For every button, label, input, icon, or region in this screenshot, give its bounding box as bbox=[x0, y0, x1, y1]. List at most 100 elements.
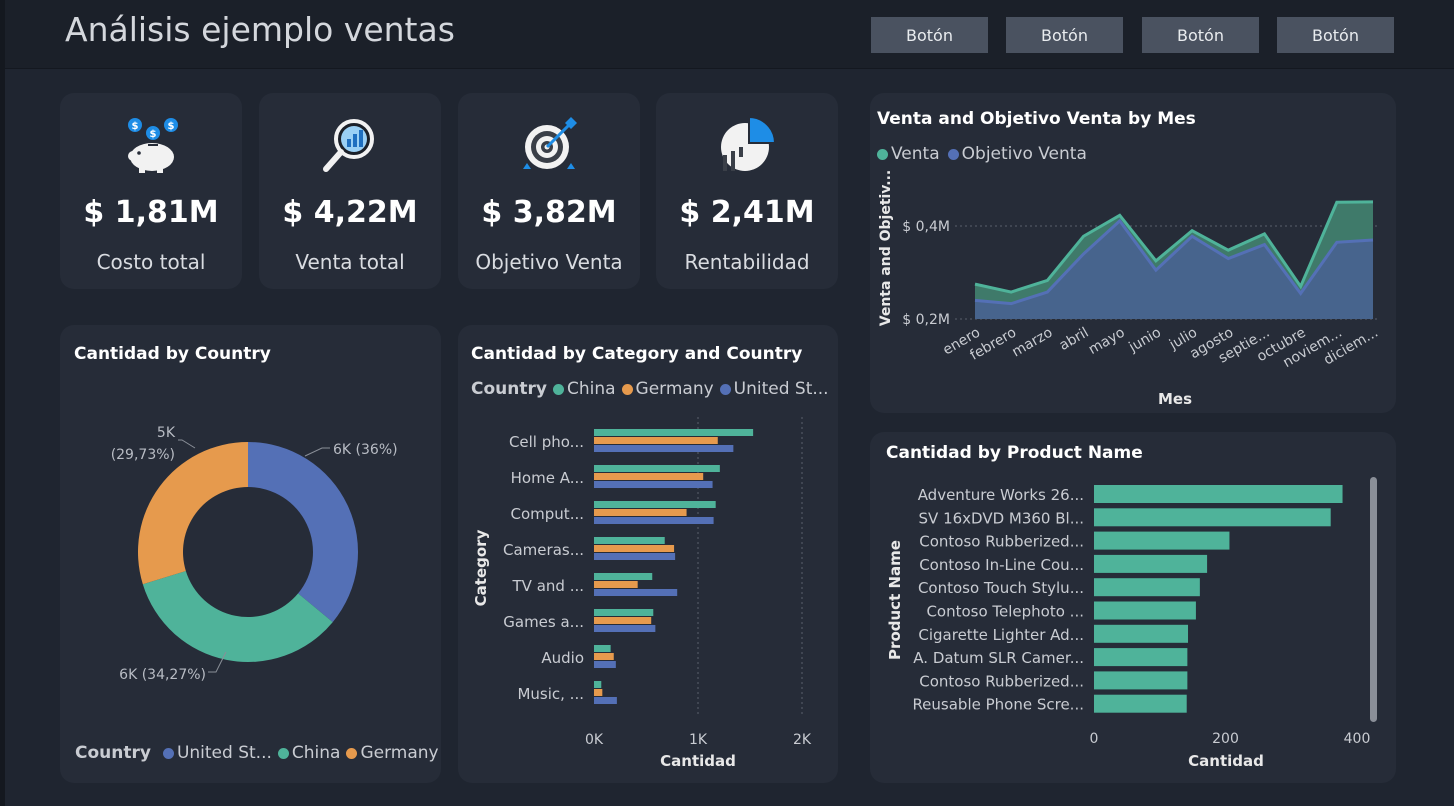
kpi-value: $ 3,82M bbox=[481, 195, 617, 230]
kpi-label: Rentabilidad bbox=[684, 250, 810, 274]
x-tick-label: 2K bbox=[793, 732, 812, 748]
bar bbox=[594, 509, 687, 516]
category-label: Audio bbox=[541, 649, 584, 667]
bar bbox=[594, 609, 654, 616]
scrollbar-thumb[interactable] bbox=[1370, 477, 1377, 722]
x-tick-label: junio bbox=[1126, 325, 1164, 356]
donut-data-label: (29,73%) bbox=[111, 447, 175, 463]
bar bbox=[1094, 694, 1187, 713]
bar bbox=[594, 481, 713, 488]
label-leader bbox=[304, 447, 330, 457]
kpi-label: Objetivo Venta bbox=[475, 250, 623, 274]
bar bbox=[594, 517, 714, 524]
legend-title: Country bbox=[75, 743, 151, 763]
donut-data-label: 6K (36%) bbox=[333, 442, 398, 458]
category-label: Music, ... bbox=[517, 685, 584, 703]
y-tick-label: $ 0,2M bbox=[902, 312, 950, 328]
x-tick-label: 0K bbox=[585, 732, 604, 748]
y-axis-title: Category bbox=[472, 529, 490, 606]
x-tick-label: abril bbox=[1057, 325, 1092, 354]
button-4[interactable]: Botón bbox=[1277, 17, 1394, 53]
product-label: SV 16xDVD M360 Bl... bbox=[919, 509, 1084, 527]
kpi-card-objetivo-venta[interactable]: $ 3,82M Objetivo Venta bbox=[458, 93, 640, 289]
bar bbox=[1094, 531, 1230, 550]
bar bbox=[594, 625, 656, 632]
product-bar-chart: Adventure Works 26... SV 16xDVD M360 Bl..… bbox=[886, 485, 1371, 770]
kpi-label: Venta total bbox=[295, 250, 405, 274]
bar bbox=[594, 661, 616, 668]
x-axis-title: Cantidad bbox=[660, 752, 736, 770]
legend-dot-icon bbox=[346, 748, 358, 759]
bar bbox=[1094, 601, 1196, 620]
category-label: Cameras... bbox=[503, 541, 584, 559]
y-tick-label: $ 0,4M bbox=[902, 219, 950, 235]
bar bbox=[594, 653, 614, 660]
bar bbox=[1094, 508, 1331, 527]
product-label: Cigarette Lighter Ad... bbox=[918, 626, 1084, 644]
legend-item[interactable]: China bbox=[292, 743, 341, 763]
product-label: Reusable Phone Scre... bbox=[912, 696, 1084, 714]
kpi-card-venta-total[interactable]: $ 4,22M Venta total bbox=[259, 93, 441, 289]
button-2[interactable]: Botón bbox=[1006, 17, 1123, 53]
window-edge bbox=[0, 0, 5, 806]
product-label: A. Datum SLR Camer... bbox=[913, 649, 1084, 667]
x-axis-title: Cantidad bbox=[1188, 752, 1264, 770]
bar bbox=[1094, 624, 1189, 643]
piggy-bank-icon: $ $ $ bbox=[128, 118, 178, 173]
donut-chart: 6K (36%) 6K (34,27%) 5K (29,73%) bbox=[111, 425, 398, 683]
bar bbox=[1094, 554, 1208, 573]
magnifier-chart-icon bbox=[323, 119, 374, 172]
bar bbox=[594, 473, 704, 480]
pie-chart-icon bbox=[721, 115, 777, 171]
legend-dot-icon bbox=[277, 748, 289, 759]
product-label: Adventure Works 26... bbox=[918, 486, 1084, 504]
kpi-card-rentabilidad[interactable]: $ 2,41M Rentabilidad bbox=[656, 93, 838, 289]
target-icon bbox=[523, 117, 577, 169]
svg-text:$: $ bbox=[168, 121, 175, 132]
bar bbox=[594, 581, 638, 588]
bar bbox=[594, 465, 720, 472]
kpi-value: $ 1,81M bbox=[83, 195, 219, 230]
bar bbox=[594, 697, 617, 704]
bar bbox=[594, 429, 754, 436]
bar bbox=[594, 589, 678, 596]
y-axis-title: Venta and Objetiv... bbox=[878, 170, 894, 327]
chart-card-product: Cantidad by Product Name Adventure Works… bbox=[870, 432, 1396, 783]
button-1[interactable]: Botón bbox=[871, 17, 988, 53]
bar bbox=[594, 645, 611, 652]
bar bbox=[594, 573, 653, 580]
bar bbox=[594, 501, 716, 508]
product-label: Contoso In-Line Cou... bbox=[919, 556, 1084, 574]
legend-item[interactable]: Germany bbox=[360, 743, 438, 763]
kpi-value: $ 2,41M bbox=[679, 195, 815, 230]
y-axis-title: Product Name bbox=[886, 540, 904, 660]
chart-card-venta-mes: Venta and Objetivo Venta by Mes Venta Obj… bbox=[870, 93, 1396, 413]
x-tick-label: 400 bbox=[1344, 731, 1371, 747]
legend-item[interactable]: United St... bbox=[177, 743, 272, 763]
bar bbox=[1094, 648, 1188, 667]
bar bbox=[594, 617, 652, 624]
x-tick-label: 1K bbox=[689, 732, 708, 748]
kpi-label: Costo total bbox=[96, 250, 206, 274]
x-tick-label: mayo bbox=[1086, 325, 1128, 358]
donut-legend: Country United St... China Germany bbox=[75, 743, 439, 763]
product-label: Contoso Touch Stylu... bbox=[918, 579, 1084, 597]
donut-slice bbox=[138, 442, 248, 585]
x-tick-label: 0 bbox=[1090, 731, 1099, 747]
page-title: Análisis ejemplo ventas bbox=[65, 10, 455, 49]
bar bbox=[594, 537, 665, 544]
bar bbox=[1094, 578, 1200, 597]
chart-card-category: Cantidad by Category and Country Country… bbox=[458, 325, 838, 783]
svg-text:$: $ bbox=[150, 129, 157, 140]
x-axis-title: Mes bbox=[1158, 390, 1192, 408]
bar bbox=[594, 553, 676, 560]
category-label: Games a... bbox=[503, 613, 584, 631]
category-label: Cell pho... bbox=[509, 433, 584, 451]
product-label: Contoso Rubberized... bbox=[919, 533, 1084, 551]
button-3[interactable]: Botón bbox=[1142, 17, 1259, 53]
donut-slice bbox=[248, 442, 358, 623]
x-tick-label: marzo bbox=[1009, 325, 1055, 361]
kpi-card-costo-total[interactable]: $ $ $ $ 1,81M Costo total bbox=[60, 93, 242, 289]
bar bbox=[594, 545, 675, 552]
donut-data-label: 5K bbox=[157, 425, 176, 441]
